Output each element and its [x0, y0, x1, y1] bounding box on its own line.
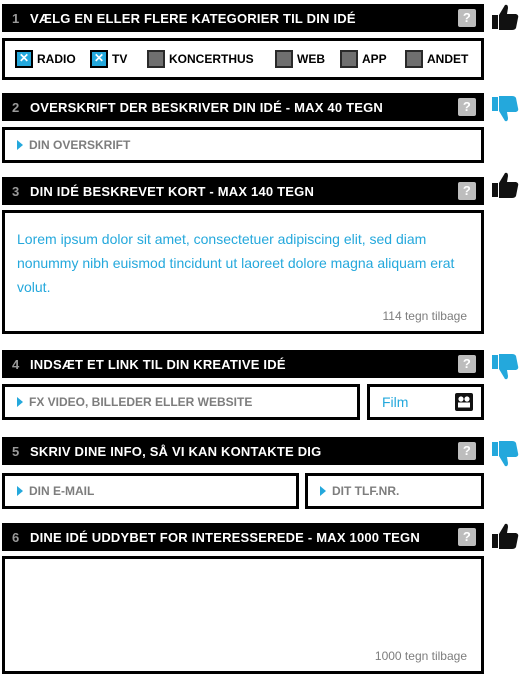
checkbox-checked[interactable]	[90, 50, 108, 68]
checkbox-unchecked[interactable]	[147, 50, 165, 68]
thumbs-down-icon[interactable]	[490, 94, 520, 124]
checkbox-checked[interactable]	[15, 50, 33, 68]
section-header-short-description: 3 DIN IDÉ BESKREVET KORT - MAX 140 TEGN …	[2, 177, 484, 205]
section-header-link: 4 INDSÆT ET LINK TIL DIN KREATIVE IDÉ ?	[2, 350, 484, 378]
thumbs-down-icon[interactable]	[490, 439, 520, 469]
category-app[interactable]: APP	[340, 50, 387, 68]
arrow-right-icon	[17, 140, 23, 150]
help-button[interactable]: ?	[458, 355, 476, 373]
section-title: DIN IDÉ BESKREVET KORT - MAX 140 TEGN	[30, 184, 315, 199]
section-number: 1	[12, 11, 20, 26]
category-radio[interactable]: RADIO	[15, 50, 76, 68]
help-button[interactable]: ?	[458, 182, 476, 200]
section-header-headline: 2 OVERSKRIFT DER BESKRIVER DIN IDÉ - MAX…	[2, 93, 484, 121]
help-button[interactable]: ?	[458, 9, 476, 27]
help-button[interactable]: ?	[458, 528, 476, 546]
short-description-textarea[interactable]: Lorem ipsum dolor sit amet, consectetuer…	[2, 210, 484, 334]
phone-placeholder: DIT TLF.NR.	[332, 484, 400, 498]
section-number: 3	[12, 184, 20, 199]
link-type-select[interactable]: Film	[367, 384, 484, 420]
phone-input[interactable]: DIT TLF.NR.	[305, 473, 484, 509]
section-header-categories: 1 VÆLG EN ELLER FLERE KATEGORIER TIL DIN…	[2, 4, 484, 32]
short-description-text: Lorem ipsum dolor sit amet, consectetuer…	[17, 231, 455, 295]
category-tv[interactable]: TV	[90, 50, 127, 68]
arrow-right-icon	[17, 397, 23, 407]
section-number: 4	[12, 357, 20, 372]
link-input[interactable]: FX VIDEO, BILLEDER ELLER WEBSITE	[2, 384, 360, 420]
category-koncerthus[interactable]: KONCERTHUS	[147, 50, 254, 68]
section-title: DINE IDÉ UDDYBET FOR INTERESSEREDE - MAX…	[30, 530, 420, 545]
thumbs-up-icon[interactable]	[490, 170, 520, 200]
thumbs-up-icon[interactable]	[490, 2, 520, 32]
long-description-textarea[interactable]: 1000 tegn tilbage	[2, 556, 484, 674]
category-selector: RADIO TV KONCERTHUS WEB APP ANDET	[2, 38, 484, 80]
link-placeholder: FX VIDEO, BILLEDER ELLER WEBSITE	[29, 395, 253, 409]
section-title: VÆLG EN ELLER FLERE KATEGORIER TIL DIN I…	[30, 11, 356, 26]
section-header-long-description: 6 DINE IDÉ UDDYBET FOR INTERESSEREDE - M…	[2, 523, 484, 551]
help-button[interactable]: ?	[458, 98, 476, 116]
help-button[interactable]: ?	[458, 442, 476, 460]
thumbs-up-icon[interactable]	[490, 521, 520, 551]
section-title: SKRIV DINE INFO, SÅ VI KAN KONTAKTE DIG	[30, 444, 322, 459]
headline-input[interactable]: DIN OVERSKRIFT	[2, 127, 484, 163]
thumbs-down-icon[interactable]	[490, 352, 520, 382]
camera-icon	[455, 393, 473, 411]
checkbox-unchecked[interactable]	[405, 50, 423, 68]
email-input[interactable]: DIN E-MAIL	[2, 473, 299, 509]
checkbox-unchecked[interactable]	[340, 50, 358, 68]
email-placeholder: DIN E-MAIL	[29, 484, 95, 498]
headline-placeholder: DIN OVERSKRIFT	[29, 138, 131, 152]
category-web[interactable]: WEB	[275, 50, 325, 68]
section-number: 6	[12, 530, 20, 545]
section-header-contact: 5 SKRIV DINE INFO, SÅ VI KAN KONTAKTE DI…	[2, 437, 484, 465]
arrow-right-icon	[17, 486, 23, 496]
arrow-right-icon	[320, 486, 326, 496]
category-andet[interactable]: ANDET	[405, 50, 468, 68]
character-counter: 114 tegn tilbage	[382, 309, 467, 323]
link-type-value: Film	[382, 394, 409, 410]
section-title: OVERSKRIFT DER BESKRIVER DIN IDÉ - MAX 4…	[30, 100, 384, 115]
character-counter: 1000 tegn tilbage	[374, 649, 467, 663]
checkbox-unchecked[interactable]	[275, 50, 293, 68]
section-number: 5	[12, 444, 20, 459]
section-title: INDSÆT ET LINK TIL DIN KREATIVE IDÉ	[30, 357, 286, 372]
section-number: 2	[12, 100, 20, 115]
